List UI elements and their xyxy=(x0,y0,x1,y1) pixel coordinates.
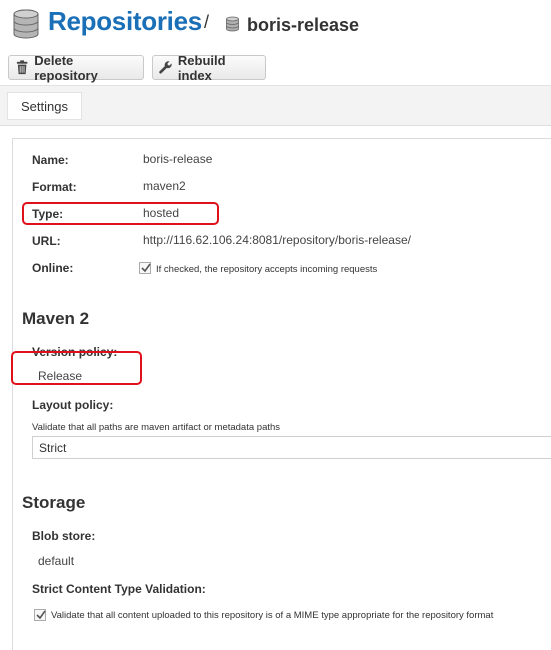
blob-store-label: Blob store: xyxy=(32,529,96,543)
wrench-icon xyxy=(159,61,172,74)
version-policy-highlight-box xyxy=(11,351,142,385)
online-help-text: If checked, the repository accepts incom… xyxy=(156,264,378,275)
blob-store-value: default xyxy=(38,554,75,568)
database-icon xyxy=(13,9,39,39)
toolbar: Delete repository Rebuild index xyxy=(0,53,551,86)
maven2-section-title: Maven 2 xyxy=(22,309,90,328)
rebuild-index-label: Rebuild index xyxy=(177,52,226,83)
rebuild-index-button[interactable]: Rebuild index xyxy=(152,52,266,83)
tab-settings[interactable]: Settings xyxy=(7,92,82,120)
checkmark-icon xyxy=(141,263,151,273)
online-label: Online: xyxy=(32,261,74,275)
layout-policy-help-text: Validate that all paths are maven artifa… xyxy=(32,422,281,433)
delete-repository-button[interactable]: Delete repository xyxy=(8,52,144,83)
strict-content-type-help-text: Validate that all content uploaded to th… xyxy=(51,610,494,621)
page-title[interactable]: Repositories xyxy=(48,6,202,37)
format-value: maven2 xyxy=(143,179,186,193)
name-value: boris-release xyxy=(143,152,213,166)
tab-bar: Settings xyxy=(0,86,551,126)
layout-policy-select[interactable]: Strict xyxy=(32,436,551,459)
breadcrumb-separator: / xyxy=(204,12,210,32)
trash-icon xyxy=(16,60,28,75)
online-checkbox[interactable] xyxy=(139,262,151,274)
name-label: Name: xyxy=(32,153,69,167)
strict-content-type-checkbox[interactable] xyxy=(34,609,46,621)
url-value[interactable]: http://116.62.106.24:8081/repository/bor… xyxy=(143,233,411,247)
strict-content-type-label: Strict Content Type Validation: xyxy=(32,582,206,596)
url-label: URL: xyxy=(32,234,61,248)
format-label: Format: xyxy=(32,180,77,194)
storage-section-title: Storage xyxy=(22,493,86,512)
page-header: Repositories / boris-release xyxy=(0,0,551,50)
breadcrumb-repo-name: boris-release xyxy=(247,15,360,35)
database-icon xyxy=(226,16,239,32)
layout-policy-label: Layout policy: xyxy=(32,398,114,412)
delete-repository-label: Delete repository xyxy=(34,52,98,83)
checkmark-icon xyxy=(36,610,46,620)
type-highlight-box xyxy=(22,202,219,225)
